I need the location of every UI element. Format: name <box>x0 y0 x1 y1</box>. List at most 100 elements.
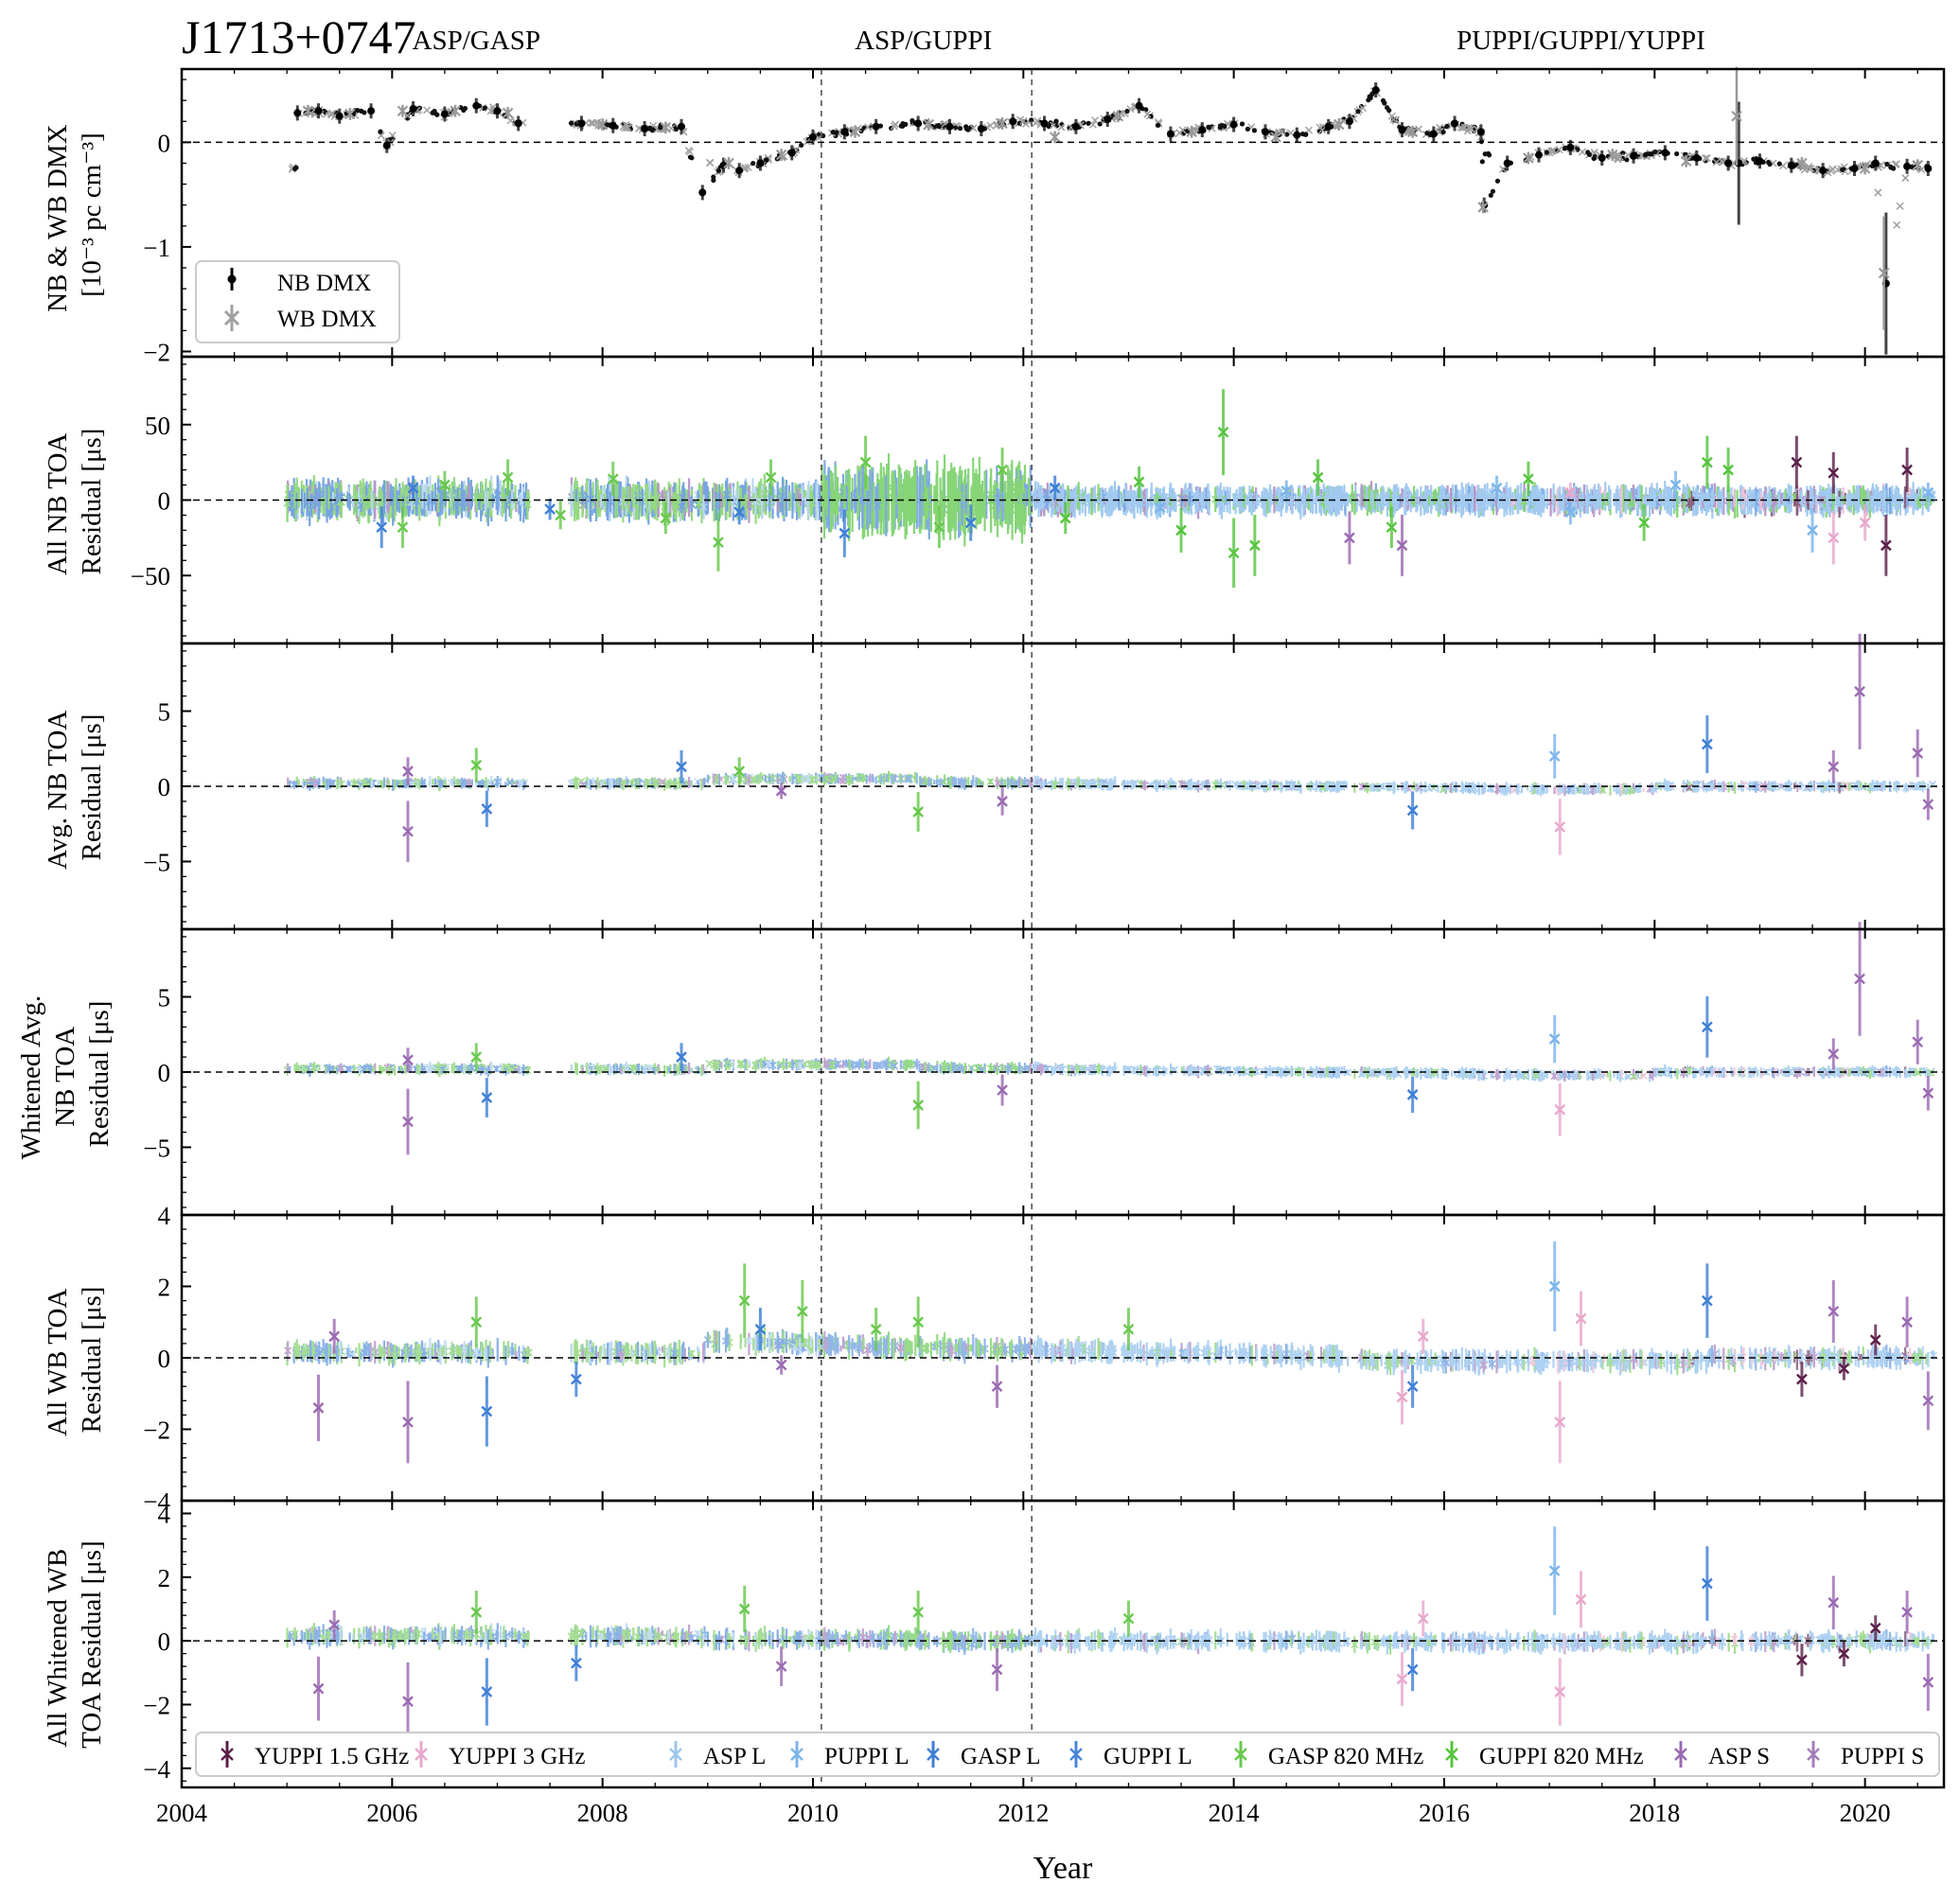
dmx-ylabel: NB & WB DMX [10⁻³ pc cm⁻³] <box>43 117 107 312</box>
data-point <box>1702 1546 1713 1621</box>
data-point <box>1828 451 1840 494</box>
data-point <box>1104 112 1112 128</box>
y-tick-label: 50 <box>145 412 170 440</box>
data-point <box>1554 1658 1566 1726</box>
data-point <box>472 97 481 114</box>
data-point <box>481 790 493 827</box>
data-point <box>1702 435 1713 489</box>
y-tick-label: 0 <box>158 1627 171 1656</box>
data-point <box>914 115 923 132</box>
figure: −2−10−50050−505−505−4−2024−4−20242004 200… <box>16 10 1946 1886</box>
data-point <box>402 1662 414 1741</box>
data-point <box>402 1381 414 1464</box>
data-point <box>1791 435 1803 489</box>
data-point <box>1680 154 1692 167</box>
y-tick-label: 0 <box>158 1345 171 1373</box>
data-point <box>1554 1082 1566 1136</box>
data-point <box>1548 1240 1561 1332</box>
data-point <box>481 1658 493 1726</box>
data-point <box>1575 1291 1587 1346</box>
data-point <box>1217 389 1229 476</box>
legend-entry-label: PUPPI L <box>824 1744 909 1769</box>
data-point <box>609 117 617 133</box>
nb-avg-ylabel: Avg. NB TOA Residual [μs] <box>43 705 107 870</box>
data-point <box>713 513 724 572</box>
data-point <box>735 163 744 179</box>
y-tick-label: −50 <box>131 562 170 590</box>
data-point <box>1554 799 1566 855</box>
data-point <box>1630 148 1638 164</box>
data-point <box>1476 124 1485 140</box>
data-point <box>912 792 924 832</box>
data-point <box>312 1374 325 1441</box>
wb-whitened-ylabel: All Whitened WB TOA Residual [μs] <box>43 1540 107 1749</box>
data-point <box>544 498 556 520</box>
y-tick-label: −4 <box>143 1755 170 1784</box>
data-point <box>1396 1369 1408 1425</box>
data-point <box>1901 1591 1913 1634</box>
data-point <box>738 1585 750 1633</box>
data-point <box>1722 448 1734 493</box>
legend-entry-label: GUPPI 820 MHz <box>1479 1744 1644 1769</box>
data-point <box>1828 511 1840 565</box>
era-label-puppi-guppi-yuppi: PUPPI/GUPPI/YUPPI <box>1457 26 1705 56</box>
data-point <box>1912 1019 1924 1064</box>
y-tick-label: 5 <box>158 984 171 1012</box>
x-tick-label: 2006 <box>366 1799 417 1827</box>
data-point <box>1903 158 1912 174</box>
data-point <box>1406 1647 1419 1692</box>
data-point <box>977 121 985 137</box>
data-point <box>481 1078 493 1117</box>
era-label-asp-guppi: ASP/GUPPI <box>855 26 992 56</box>
data-point <box>991 1364 1003 1408</box>
data-point <box>1406 791 1419 830</box>
data-point <box>1796 1644 1808 1677</box>
data-point <box>1198 122 1207 138</box>
data-point <box>555 501 567 530</box>
data-point <box>402 1088 414 1155</box>
data-point <box>1724 155 1733 171</box>
data-point <box>1548 1526 1561 1615</box>
y-tick-label: 2 <box>158 1274 171 1302</box>
data-point <box>1850 161 1859 177</box>
data-point <box>1049 131 1061 144</box>
data-point <box>1828 749 1840 783</box>
data-point <box>1575 1571 1587 1628</box>
y-tick-label: 5 <box>158 698 171 727</box>
data-point <box>1554 1381 1566 1464</box>
data-point <box>1451 115 1459 132</box>
legend-entry-label: GASP L <box>961 1744 1041 1769</box>
legend-entry-label: GUPPI L <box>1104 1744 1192 1769</box>
y-tick-label: −5 <box>143 1134 170 1162</box>
data-point <box>577 115 586 132</box>
data-point <box>402 800 414 862</box>
data-point <box>1924 161 1933 177</box>
data-point <box>1122 1600 1135 1637</box>
x-tick-label: 2012 <box>998 1799 1049 1827</box>
data-point <box>797 1279 808 1343</box>
data-point <box>1854 922 1865 1036</box>
y-tick-label: −5 <box>143 848 170 876</box>
data-point <box>1702 1263 1713 1338</box>
data-point <box>1901 448 1913 493</box>
y-tick-label: 4 <box>158 1202 171 1230</box>
data-point <box>1854 633 1865 749</box>
data-point <box>1901 1296 1913 1348</box>
data-point <box>1807 507 1818 553</box>
figure-title: J1713+0747 <box>182 10 416 63</box>
y-tick-label: 0 <box>158 773 171 801</box>
data-point <box>470 748 483 783</box>
x-tick-label: 2016 <box>1419 1799 1470 1827</box>
y-tick-label: −2 <box>143 1691 170 1719</box>
axes: −2−10−50050−505−505−4−2024−4−20242004 200… <box>131 67 1946 1827</box>
data-point <box>1881 514 1892 576</box>
y-tick-label: 4 <box>158 1500 171 1528</box>
data-point <box>1324 118 1333 134</box>
data-point <box>1922 1653 1934 1712</box>
data-point <box>1922 1075 1934 1111</box>
residual-point-clouds <box>283 87 1937 1656</box>
data-point <box>514 115 522 132</box>
y-tick-label: 0 <box>158 1059 171 1087</box>
data-point <box>1548 1014 1561 1064</box>
wb-all-ylabel: All WB TOA Residual [μs] <box>43 1283 107 1436</box>
